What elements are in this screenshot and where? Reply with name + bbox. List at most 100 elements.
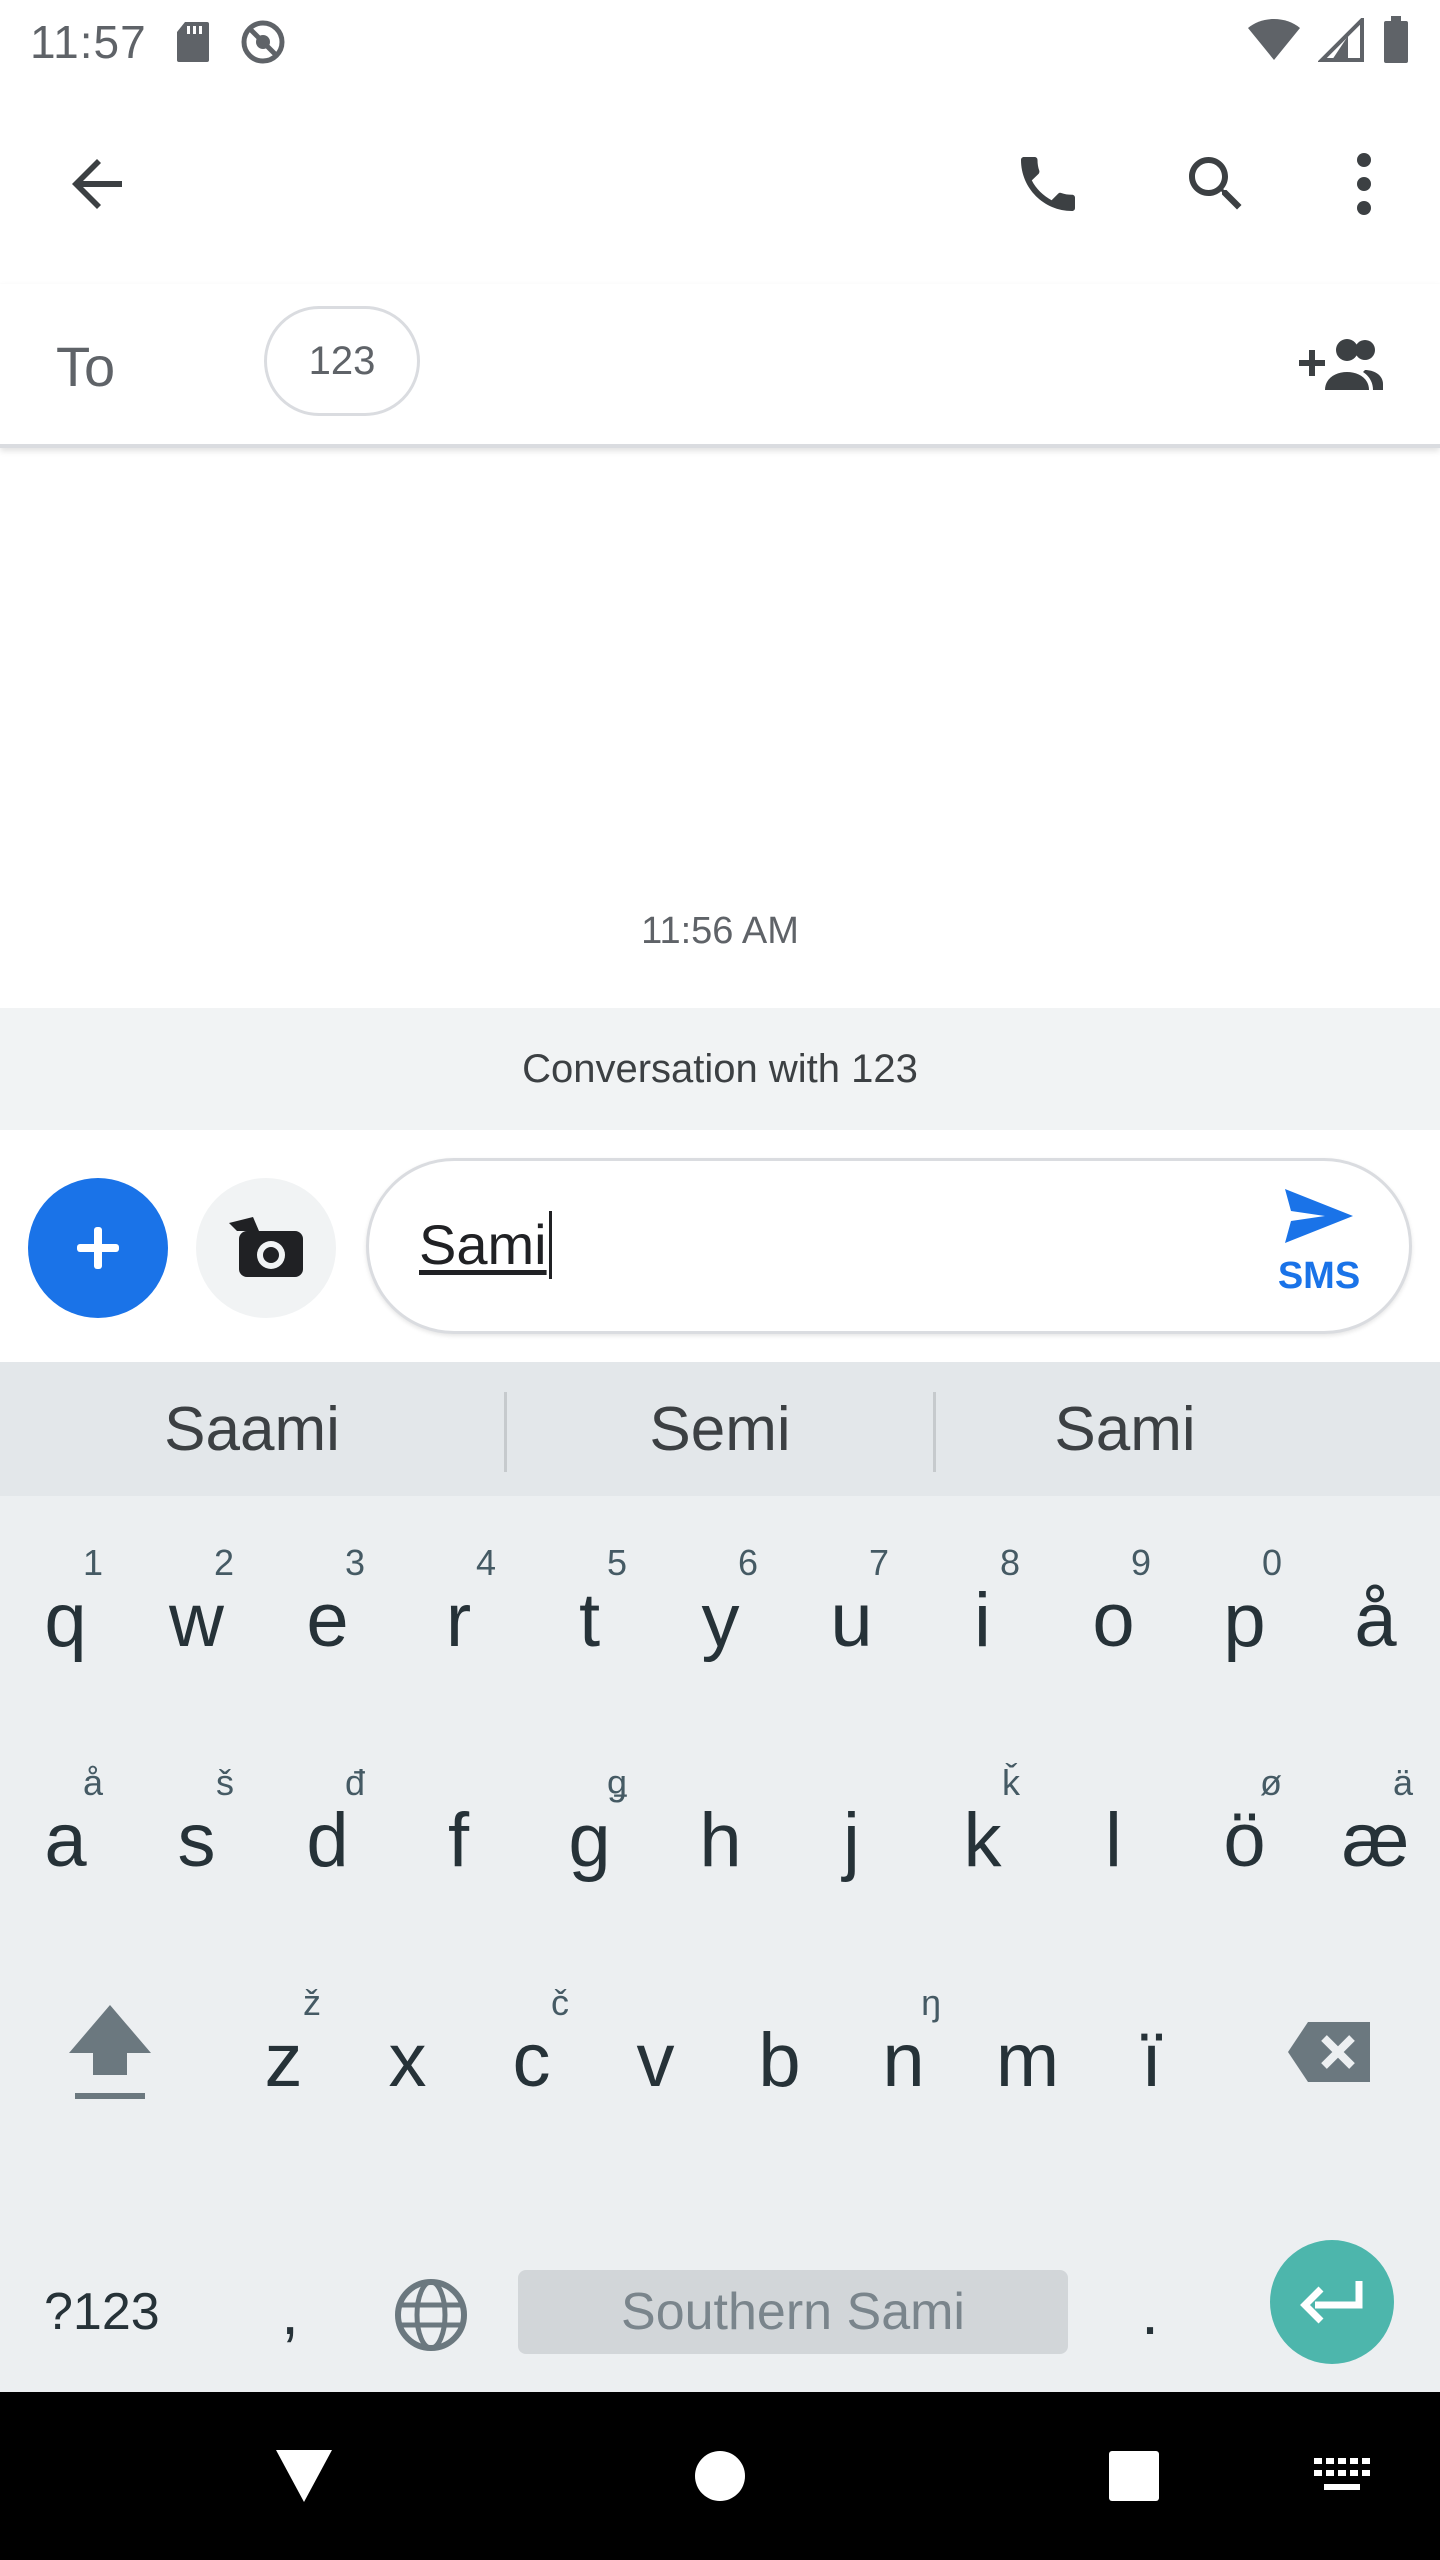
key-r[interactable]: r4 bbox=[393, 1512, 524, 1712]
key-label: q bbox=[44, 1577, 87, 1663]
suggestion-item[interactable]: Sami bbox=[936, 1362, 1314, 1496]
back-triangle-icon[interactable] bbox=[262, 2434, 346, 2518]
key-a[interactable]: aå bbox=[0, 1732, 131, 1932]
keyboard-bottom-row: ?123 , Southern Sami . bbox=[0, 2232, 1440, 2392]
key-label: n bbox=[882, 2017, 925, 2103]
key-label: v bbox=[636, 2017, 675, 2103]
key-g[interactable]: gǥ bbox=[524, 1732, 655, 1932]
plus-icon bbox=[77, 1227, 119, 1269]
key-y[interactable]: y6 bbox=[655, 1512, 786, 1712]
soft-keyboard: Saami Semi Sami q1 w2 e3 r4 t5 y6 u7 i8 … bbox=[0, 1362, 1440, 2392]
key-hint: 6 bbox=[737, 1542, 758, 1583]
compose-bar: Sami SMS bbox=[0, 1130, 1440, 1360]
key-l[interactable]: l bbox=[1048, 1732, 1179, 1932]
no-disturb-icon bbox=[239, 18, 287, 66]
key-ae[interactable]: æä bbox=[1310, 1732, 1440, 1932]
signal-icon bbox=[1317, 14, 1364, 67]
key-label: e bbox=[306, 1577, 349, 1663]
search-icon[interactable] bbox=[1172, 140, 1260, 228]
send-label: SMS bbox=[1277, 1255, 1361, 1297]
key-p[interactable]: p0 bbox=[1179, 1512, 1310, 1712]
key-hint: 3 bbox=[344, 1542, 365, 1583]
key-label: ö bbox=[1223, 1797, 1266, 1883]
key-t[interactable]: t5 bbox=[524, 1512, 655, 1712]
key-x[interactable]: x bbox=[342, 1952, 473, 2152]
camera-gallery-button[interactable] bbox=[196, 1178, 336, 1318]
key-label: å bbox=[1354, 1577, 1397, 1663]
key-h[interactable]: h bbox=[655, 1732, 786, 1932]
key-m[interactable]: m bbox=[962, 1952, 1093, 2152]
recipient-chip[interactable]: 123 bbox=[264, 306, 420, 416]
to-label: To bbox=[56, 335, 116, 398]
keyboard-switch-icon[interactable] bbox=[1300, 2434, 1384, 2518]
key-label: h bbox=[699, 1797, 742, 1883]
key-hint: ø bbox=[1260, 1762, 1282, 1803]
message-timestamp: 11:56 AM bbox=[641, 910, 799, 952]
key-label: w bbox=[169, 1577, 224, 1663]
key-j[interactable]: j bbox=[786, 1732, 917, 1932]
phone-icon[interactable] bbox=[1004, 140, 1092, 228]
key-hint: đ bbox=[344, 1762, 365, 1803]
key-b[interactable]: b bbox=[714, 1952, 845, 2152]
key-i[interactable]: i8 bbox=[917, 1512, 1048, 1712]
key-a-ring[interactable]: å bbox=[1310, 1512, 1440, 1712]
message-input[interactable]: Sami SMS bbox=[366, 1158, 1412, 1334]
enter-icon bbox=[1300, 2281, 1363, 2324]
system-nav-bar bbox=[0, 2392, 1440, 2560]
key-label: g bbox=[568, 1797, 611, 1883]
camera-icon bbox=[229, 1217, 303, 1277]
key-hint: 8 bbox=[999, 1542, 1020, 1583]
key-hint: 2 bbox=[213, 1542, 234, 1583]
space-key[interactable]: Southern Sami bbox=[518, 2270, 1068, 2354]
enter-key[interactable] bbox=[1270, 2240, 1394, 2364]
key-z[interactable]: zž bbox=[218, 1952, 349, 2152]
key-i-umlaut[interactable]: ï bbox=[1086, 1952, 1217, 2152]
suggestion-item[interactable]: Saami bbox=[0, 1362, 504, 1496]
add-people-icon[interactable] bbox=[1290, 324, 1390, 404]
key-hint: ä bbox=[1392, 1762, 1413, 1803]
key-label: p bbox=[1223, 1577, 1266, 1663]
key-k[interactable]: kǩ bbox=[917, 1732, 1048, 1932]
home-circle-icon[interactable] bbox=[678, 2434, 762, 2518]
key-label: o bbox=[1092, 1577, 1135, 1663]
suggestion-item[interactable]: Semi bbox=[507, 1362, 933, 1496]
key-label: j bbox=[843, 1797, 860, 1883]
backspace-icon bbox=[1288, 2022, 1370, 2082]
key-label: ï bbox=[1140, 2017, 1163, 2103]
key-s[interactable]: sš bbox=[131, 1732, 262, 1932]
key-d[interactable]: dđ bbox=[262, 1732, 393, 1932]
attach-plus-button[interactable] bbox=[28, 1178, 168, 1318]
key-u[interactable]: u7 bbox=[786, 1512, 917, 1712]
key-e[interactable]: e3 bbox=[262, 1512, 393, 1712]
key-hint: 0 bbox=[1261, 1542, 1282, 1583]
status-time: 11:57 bbox=[30, 16, 147, 68]
backspace-key[interactable] bbox=[1230, 1952, 1430, 2152]
key-q[interactable]: q1 bbox=[0, 1512, 131, 1712]
key-w[interactable]: w2 bbox=[131, 1512, 262, 1712]
key-o-umlaut[interactable]: öø bbox=[1179, 1732, 1310, 1932]
key-label: u bbox=[830, 1577, 873, 1663]
key-o[interactable]: o9 bbox=[1048, 1512, 1179, 1712]
key-hint: ž bbox=[303, 1982, 321, 2023]
key-label: k bbox=[963, 1797, 1002, 1883]
symbols-key[interactable]: ?123 bbox=[44, 2232, 160, 2392]
shift-key[interactable] bbox=[10, 1952, 210, 2152]
comma-key[interactable]: , bbox=[250, 2232, 330, 2392]
key-f[interactable]: f bbox=[393, 1732, 524, 1932]
key-c[interactable]: cč bbox=[466, 1952, 597, 2152]
key-label: y bbox=[701, 1577, 740, 1663]
send-sms-button[interactable]: SMS bbox=[1249, 1187, 1389, 1317]
key-hint: ǩ bbox=[1002, 1762, 1020, 1803]
more-vert-icon[interactable] bbox=[1320, 140, 1408, 228]
key-v[interactable]: v bbox=[590, 1952, 721, 2152]
back-arrow-icon[interactable] bbox=[54, 140, 142, 228]
period-key[interactable]: . bbox=[1110, 2232, 1190, 2392]
message-input-text[interactable]: Sami bbox=[419, 1211, 552, 1279]
suggestion-strip: Saami Semi Sami bbox=[0, 1362, 1440, 1496]
key-n[interactable]: nŋ bbox=[838, 1952, 969, 2152]
globe-icon[interactable] bbox=[388, 2272, 474, 2358]
recents-square-icon[interactable] bbox=[1092, 2434, 1176, 2518]
key-hint: ǥ bbox=[606, 1762, 627, 1803]
key-hint: 9 bbox=[1130, 1542, 1151, 1583]
battery-icon bbox=[1382, 15, 1410, 69]
